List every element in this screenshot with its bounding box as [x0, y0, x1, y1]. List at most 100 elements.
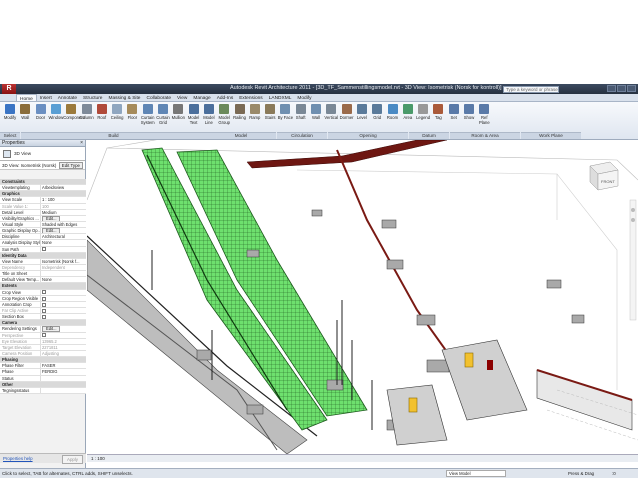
tab-insert[interactable]: Insert	[37, 94, 55, 101]
checkbox[interactable]	[42, 247, 46, 252]
ribbon-button-component[interactable]: Component	[63, 104, 85, 120]
close-icon[interactable]: ×	[80, 140, 83, 147]
ribbon-button-dormer[interactable]: Dormer	[339, 104, 355, 120]
tab-view[interactable]: View	[174, 94, 190, 101]
property-value[interactable]: Edit...	[41, 215, 86, 221]
tab-extensions[interactable]: Extensions	[236, 94, 265, 101]
ribbon-button-show[interactable]: Show	[461, 104, 477, 120]
property-value[interactable]	[41, 308, 86, 313]
selection-filter[interactable]: :0	[612, 469, 616, 478]
property-value[interactable]: 2271811	[41, 345, 86, 350]
edit-type-button[interactable]: Edit Type	[58, 161, 83, 169]
ribbon-button-vertical[interactable]: Vertical	[323, 104, 339, 120]
property-value[interactable]: FERDIG	[41, 369, 86, 374]
type-dropdown[interactable]: 3D View: Isometrisk (Norsk)	[2, 163, 57, 168]
property-value[interactable]	[41, 247, 86, 252]
ribbon-button-ceiling[interactable]: Ceiling	[109, 104, 125, 120]
panel-opening[interactable]: Opening	[328, 132, 408, 139]
press-drag-toggle[interactable]: Press & Drag	[568, 469, 594, 478]
checkbox[interactable]	[42, 315, 46, 320]
apply-button[interactable]: Apply	[62, 455, 83, 464]
tab-annotate[interactable]: Annotate	[55, 94, 80, 101]
ribbon-button-railing[interactable]: Railing	[232, 104, 248, 120]
maximize-button[interactable]	[617, 85, 626, 92]
property-row[interactable]: Tegningsstatus	[0, 387, 86, 394]
checkbox[interactable]	[42, 308, 46, 313]
ribbon-button-roof[interactable]: Roof	[94, 104, 110, 120]
panel-model[interactable]: Model	[206, 132, 276, 139]
property-value[interactable]: Shaded with Edges	[41, 222, 86, 227]
panel-select[interactable]: Select	[0, 132, 20, 139]
tab-landxml[interactable]: LANDXML	[266, 94, 295, 101]
view-scale[interactable]: 1 : 100	[91, 456, 105, 461]
ribbon-button-model-group[interactable]: Model Group	[216, 104, 232, 125]
ribbon-button-curtain-grid[interactable]: Curtain Grid	[155, 104, 171, 125]
viewcube[interactable]: FRONT	[589, 161, 619, 191]
property-value[interactable]: 100	[41, 204, 86, 209]
property-value[interactable]: 1 : 100	[41, 197, 86, 202]
ribbon-button-wall[interactable]: Wall	[17, 104, 33, 120]
ribbon-button-stairs[interactable]: Stairs	[262, 104, 278, 120]
properties-help-link[interactable]: Properties help	[3, 456, 33, 461]
ribbon-button-column[interactable]: Column	[79, 104, 95, 120]
checkbox[interactable]	[42, 333, 46, 338]
panel-room-area[interactable]: Room & Area	[450, 132, 520, 139]
property-value[interactable]	[41, 302, 86, 307]
ribbon-button-set[interactable]: Set	[446, 104, 462, 120]
3d-view-canvas[interactable]: FRONT	[87, 140, 638, 454]
checkbox[interactable]	[42, 302, 46, 307]
ribbon-button-floor[interactable]: Floor	[124, 104, 140, 120]
ribbon-button-modify[interactable]: Modify	[2, 104, 18, 120]
edit-button[interactable]: Edit...	[42, 215, 61, 221]
ribbon-button-wall[interactable]: Wall	[308, 104, 324, 120]
panel-work-plane[interactable]: Work Plane	[521, 132, 581, 139]
ribbon-button-room[interactable]: Room	[385, 104, 401, 120]
ribbon-button-area[interactable]: Area	[400, 104, 416, 120]
ribbon-button-level[interactable]: Level	[354, 104, 370, 120]
property-value[interactable]: Independent	[41, 265, 86, 270]
tab-massing-site[interactable]: Massing & Site	[105, 94, 143, 101]
tab-add-ins[interactable]: Add-Ins	[214, 94, 237, 101]
property-value[interactable]: None	[41, 240, 86, 245]
application-menu-button[interactable]: R	[2, 84, 16, 94]
panel-build[interactable]: Build	[21, 132, 206, 139]
panel-datum[interactable]: Datum	[409, 132, 449, 139]
close-button[interactable]	[627, 85, 636, 92]
property-value[interactable]: Medium	[41, 210, 86, 215]
checkbox[interactable]	[42, 296, 46, 301]
ribbon-button-mullion[interactable]: Mullion	[170, 104, 186, 120]
property-value[interactable]: Adjusting	[41, 351, 86, 356]
tab-home[interactable]: Home	[16, 94, 37, 102]
tab-structure[interactable]: Structure	[80, 94, 105, 101]
ribbon-button-door[interactable]: Door	[33, 104, 49, 120]
property-value[interactable]: None	[41, 277, 86, 282]
property-value[interactable]: Edit...	[41, 326, 86, 332]
workset-selector[interactable]: View Model	[446, 470, 506, 477]
property-value[interactable]	[41, 314, 86, 320]
tab-manage[interactable]: Manage	[190, 94, 213, 101]
property-value[interactable]: Isometrisk (Norsk f...	[41, 259, 86, 264]
property-value[interactable]: FASER	[41, 363, 86, 368]
property-value[interactable]: Architectural	[41, 234, 86, 239]
property-value[interactable]: Arbeidsview	[41, 185, 86, 190]
tab-modify[interactable]: Modify	[294, 94, 314, 101]
property-value[interactable]: 13965.2	[41, 339, 86, 344]
ribbon-button-legend[interactable]: Legend	[415, 104, 431, 120]
ribbon-button-by-face[interactable]: By Face	[277, 104, 293, 120]
panel-circulation[interactable]: Circulation	[277, 132, 327, 139]
ribbon-button-model-line[interactable]: Model Line	[201, 104, 217, 125]
ribbon-button-curtain-system[interactable]: Curtain System	[140, 104, 156, 125]
ribbon-button-grid[interactable]: Grid	[369, 104, 385, 120]
ribbon-button-window[interactable]: Window	[48, 104, 64, 120]
ribbon-button-ramp[interactable]: Ramp	[247, 104, 263, 120]
edit-button[interactable]: Edit...	[42, 228, 61, 234]
tab-collaborate[interactable]: Collaborate	[143, 94, 174, 101]
property-value[interactable]	[41, 388, 86, 393]
ribbon-button-tag[interactable]: Tag	[430, 104, 446, 120]
property-value[interactable]: Edit...	[41, 228, 86, 234]
ribbon-button-shaft[interactable]: Shaft	[293, 104, 309, 120]
edit-button[interactable]: Edit...	[42, 326, 61, 332]
checkbox[interactable]	[42, 290, 46, 295]
ribbon-button-ref-plane[interactable]: Ref Plane	[476, 104, 492, 125]
type-selector[interactable]: 3D View	[0, 147, 85, 161]
